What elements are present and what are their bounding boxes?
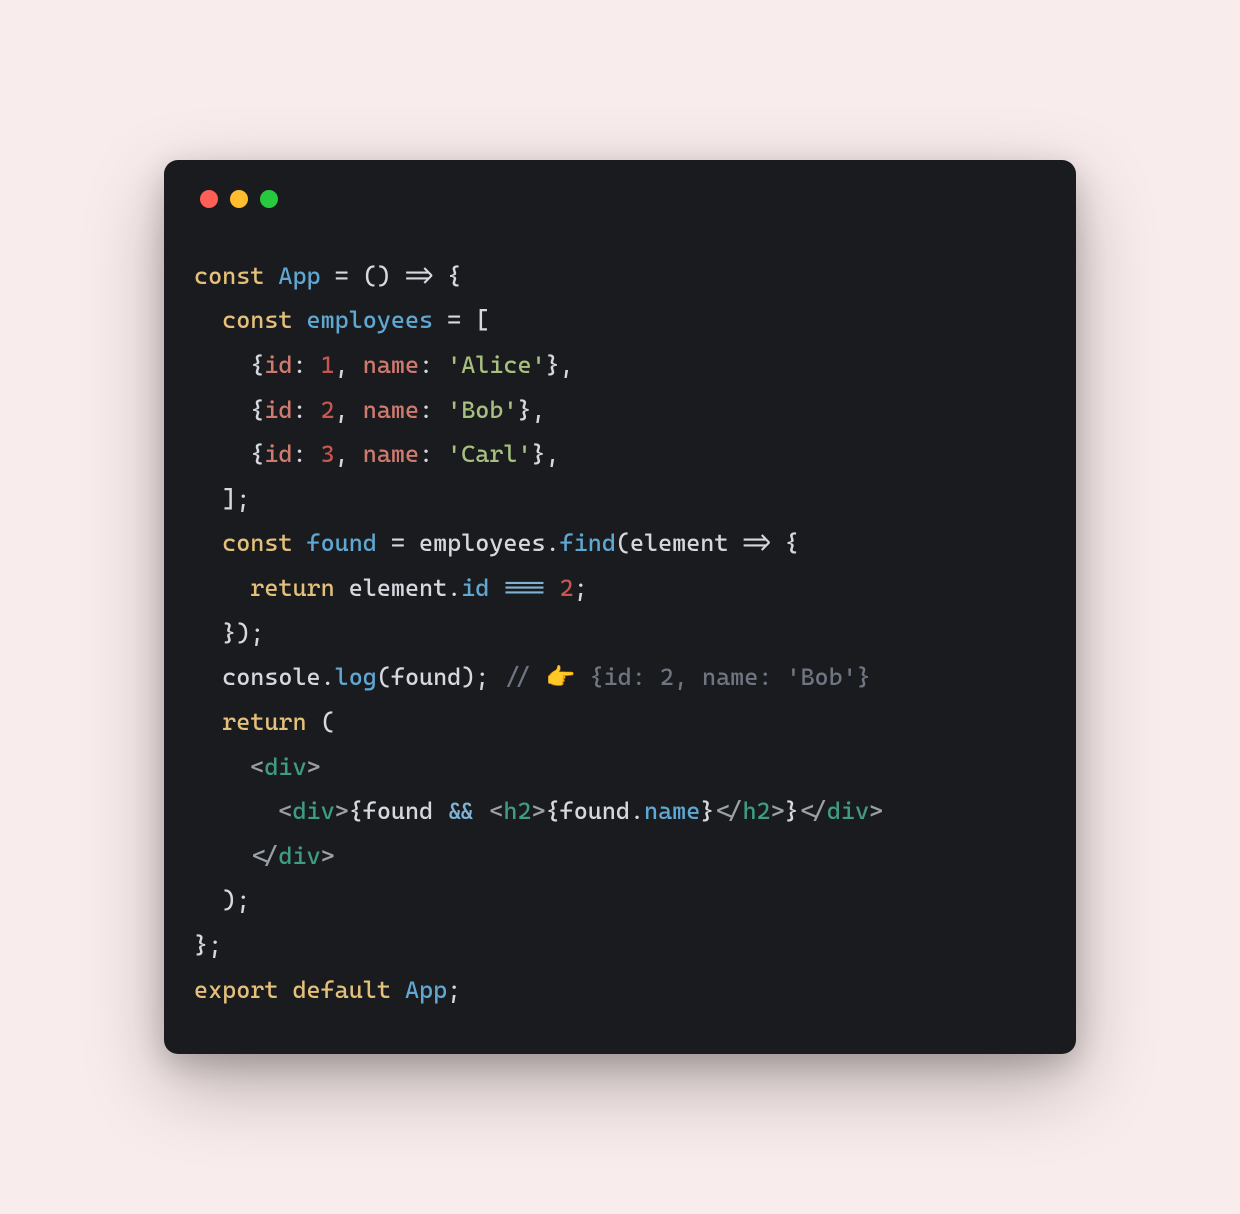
- comment: //: [503, 663, 545, 691]
- identifier-app: App: [405, 976, 447, 1004]
- string-literal: 'Alice': [447, 351, 545, 379]
- window-controls: [194, 190, 1046, 208]
- keyword-return: return: [250, 574, 334, 602]
- jsx-tag-div: div: [278, 842, 320, 870]
- keyword-default: default: [292, 976, 390, 1004]
- number-literal: 2: [321, 396, 335, 424]
- keyword-const: const: [194, 262, 264, 290]
- prop-name: name: [363, 440, 419, 468]
- keyword-const: const: [222, 529, 292, 557]
- keyword-export: export: [194, 976, 278, 1004]
- method-find: find: [560, 529, 616, 557]
- number-literal: 1: [321, 351, 335, 379]
- prop-id: id: [264, 440, 292, 468]
- jsx-tag-div: div: [292, 797, 334, 825]
- jsx-tag-h2: h2: [503, 797, 531, 825]
- prop-id: id: [264, 396, 292, 424]
- jsx-tag-div: div: [264, 753, 306, 781]
- comment: {id: 2, name: 'Bob'}: [575, 663, 870, 691]
- number-literal: 2: [560, 574, 574, 602]
- method-log: log: [335, 663, 377, 691]
- code-window: const App = () => { const employees = [ …: [164, 160, 1076, 1055]
- keyword-return: return: [222, 708, 306, 736]
- code-block: const App = () => { const employees = [ …: [194, 254, 1046, 1013]
- pointing-right-icon: 👉: [546, 663, 576, 691]
- identifier-found: found: [307, 529, 377, 557]
- identifier-app: App: [278, 262, 320, 290]
- identifier-employees: employees: [307, 306, 434, 334]
- minimize-icon[interactable]: [230, 190, 248, 208]
- string-literal: 'Bob': [447, 396, 517, 424]
- number-literal: 3: [321, 440, 335, 468]
- prop-id: id: [264, 351, 292, 379]
- keyword-const: const: [222, 306, 292, 334]
- string-literal: 'Carl': [447, 440, 531, 468]
- close-icon[interactable]: [200, 190, 218, 208]
- prop-name: name: [363, 396, 419, 424]
- prop-name: name: [363, 351, 419, 379]
- zoom-icon[interactable]: [260, 190, 278, 208]
